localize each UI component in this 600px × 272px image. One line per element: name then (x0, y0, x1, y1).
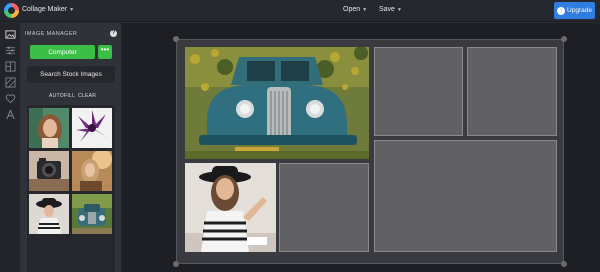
empty-cell[interactable] (279, 163, 369, 252)
open-menu[interactable]: Open ▼ (343, 6, 367, 13)
logo-icon[interactable] (4, 3, 19, 18)
top-bar: Collage Maker ▼ Open ▼ Save ▼ ↑ Upgrade (0, 0, 600, 22)
image-manager-panel: IMAGE MANAGER ? Computer ••• Search Stoc… (20, 23, 121, 272)
background-icon[interactable] (4, 77, 16, 89)
photo-woman-hat[interactable] (185, 163, 276, 252)
thumb-camera[interactable] (29, 151, 69, 191)
search-stock-images-button[interactable]: Search Stock Images (27, 66, 115, 83)
chevron-down-icon: ▼ (69, 7, 75, 13)
empty-cell[interactable] (374, 47, 463, 136)
autofill-button[interactable]: AUTOFILL (49, 93, 75, 99)
clear-button[interactable]: CLEAR (78, 93, 96, 99)
workspace (121, 23, 600, 272)
collage-maker-menu[interactable]: Collage Maker ▼ (22, 6, 74, 13)
chevron-down-icon: ▼ (362, 7, 368, 13)
tool-rail (0, 23, 20, 272)
upgrade-button[interactable]: ↑ Upgrade (554, 2, 595, 19)
panel-title: IMAGE MANAGER (25, 31, 78, 37)
more-upload-options-button[interactable]: ••• (98, 45, 112, 59)
photo-vintage-truck[interactable] (185, 47, 369, 159)
empty-cell[interactable] (467, 47, 557, 136)
text-icon[interactable] (4, 109, 16, 121)
chevron-down-icon: ▼ (396, 7, 402, 13)
heart-icon[interactable] (4, 93, 16, 105)
layout-icon[interactable] (4, 61, 16, 73)
upgrade-label: Upgrade (567, 7, 592, 14)
adjust-icon[interactable] (4, 45, 16, 57)
resize-handle[interactable] (173, 36, 179, 42)
upgrade-icon: ↑ (557, 6, 566, 15)
resize-handle[interactable] (561, 36, 567, 42)
resize-handle[interactable] (561, 261, 567, 267)
save-menu[interactable]: Save ▼ (379, 6, 402, 13)
resize-handle[interactable] (173, 261, 179, 267)
thumb-woman-portrait[interactable] (29, 108, 69, 148)
thumbnail-grid (27, 105, 115, 272)
computer-upload-button[interactable]: Computer (30, 45, 95, 59)
collage-maker-label: Collage Maker (22, 6, 68, 13)
thumb-vintage-car[interactable] (72, 194, 112, 234)
thumb-woman-sunlight[interactable] (72, 151, 112, 191)
image-icon[interactable] (4, 29, 16, 41)
empty-cell[interactable] (374, 140, 557, 252)
thumb-purple-flower[interactable] (72, 108, 112, 148)
thumb-woman-hat[interactable] (29, 194, 69, 234)
help-icon[interactable]: ? (110, 30, 117, 37)
save-label: Save (379, 6, 395, 13)
collage-frame (176, 39, 564, 264)
open-label: Open (343, 6, 361, 13)
